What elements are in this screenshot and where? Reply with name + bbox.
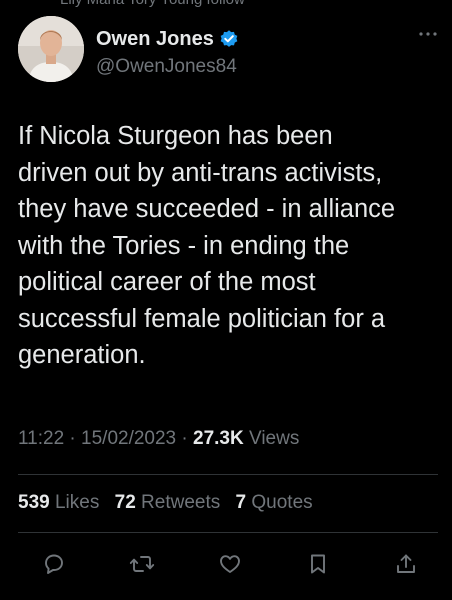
tweet-text: If Nicola Sturgeon has been driven out b… [18,122,396,369]
tweet-date[interactable]: 15/02/2023 [81,428,176,449]
share-button[interactable] [392,550,420,578]
likes-stat[interactable]: 539 Likes [18,492,105,513]
avatar[interactable] [18,16,84,82]
retweets-label: Retweets [141,492,221,513]
reply-button[interactable] [40,550,68,578]
like-icon [220,555,240,573]
bookmark-button[interactable] [304,550,332,578]
divider [18,532,438,533]
author-handle[interactable]: @OwenJones84 [96,56,237,78]
like-button[interactable] [216,550,244,578]
bookmark-icon [311,554,325,574]
context-strip: Lily Maria Tory Young follow [0,0,452,10]
retweet-icon [129,556,155,572]
likes-count: 539 [18,492,50,513]
views-count: 27.3K [193,428,244,449]
reply-icon [45,554,63,574]
author-name[interactable]: Owen Jones [96,28,214,51]
action-bar [40,548,420,580]
share-icon [397,554,415,573]
tweet-time[interactable]: 11:22 [18,428,64,449]
verified-badge-icon [220,30,238,47]
more-icon[interactable] [418,30,438,38]
divider [18,474,438,475]
likes-label: Likes [54,492,100,513]
tweet-header: Owen Jones @OwenJones84 [18,16,438,86]
quotes-count: 7 [235,492,247,513]
context-label: Lily Maria Tory Young follow [60,0,245,8]
tweet-meta: 11:22 · 15/02/2023 · 27.3K Views [18,428,299,450]
retweets-stat[interactable]: 72 Retweets [115,492,226,513]
quotes-stat[interactable]: 7 Quotes [236,492,313,513]
quotes-label: Quotes [251,492,313,513]
views-label: Views [249,428,300,449]
meta-separator: · [181,428,188,449]
retweets-count: 72 [114,492,136,513]
retweet-button[interactable] [128,550,156,578]
name-row: Owen Jones [96,26,239,52]
engagement-stats: 539 Likes 72 Retweets 7 Quotes [18,492,323,514]
meta-separator: · [69,428,76,449]
